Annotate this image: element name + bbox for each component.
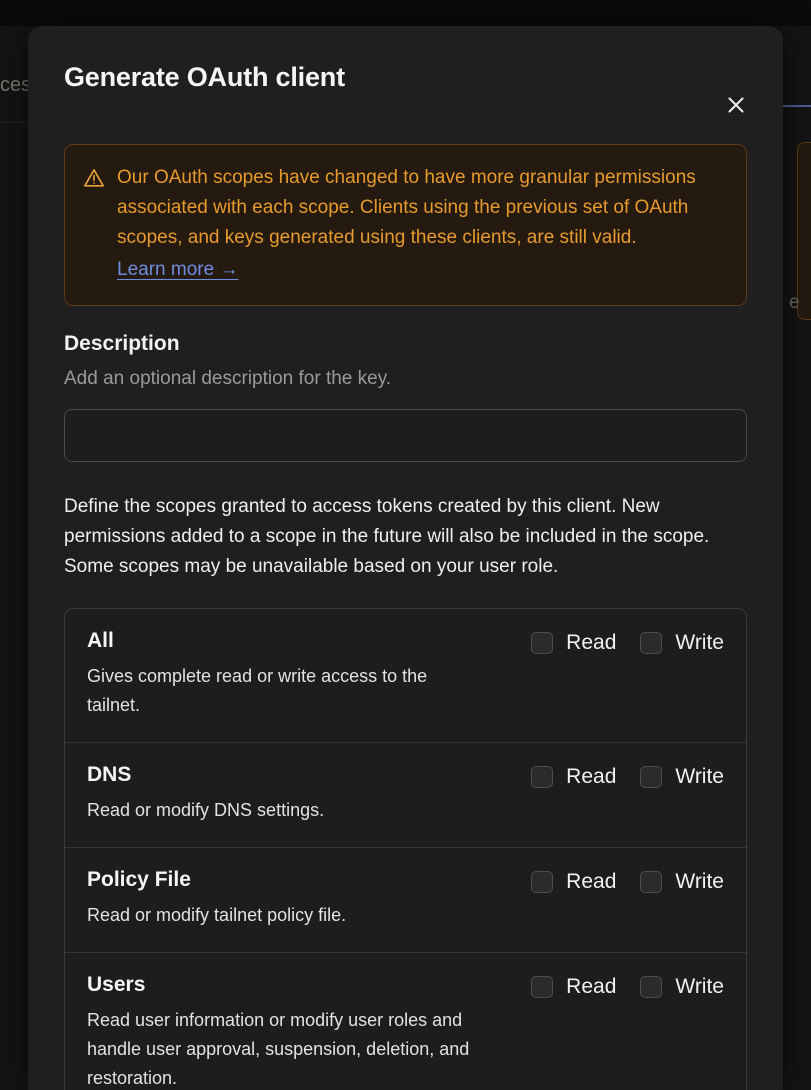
scope-description: Read or modify tailnet policy file. [87,905,347,925]
checkbox-icon[interactable] [640,976,663,998]
scope-info: Policy File Read or modify tailnet polic… [87,868,531,930]
checkbox-icon[interactable] [531,871,554,893]
checkbox-icon[interactable] [640,632,663,654]
scope-write-toggle[interactable]: Write [640,631,724,655]
read-label: Read [566,975,617,998]
background-topbar [0,0,811,26]
scopes-list: All Gives complete read or write access … [64,608,747,1090]
scope-info: All Gives complete read or write access … [87,629,531,720]
table-row: Users Read user information or modify us… [65,953,746,1090]
oauth-scopes-warning-banner: Our OAuth scopes have changed to have mo… [64,144,747,306]
checkbox-icon[interactable] [640,871,663,893]
write-label: Write [675,975,724,998]
table-row: DNS Read or modify DNS settings. Read Wr… [65,743,746,848]
read-label: Read [566,870,617,893]
warning-message: Our OAuth scopes have changed to have mo… [117,167,696,248]
scope-permissions: Read Write [531,973,724,999]
scope-read-toggle[interactable]: Read [531,631,616,655]
checkbox-icon[interactable] [531,766,554,788]
write-label: Write [675,765,724,788]
scope-read-toggle[interactable]: Read [531,765,616,789]
read-label: Read [566,631,617,654]
scope-write-toggle[interactable]: Write [640,975,724,999]
description-label: Description [64,332,180,355]
background-right-text-fragment: e [789,292,800,313]
scope-info: Users Read user information or modify us… [87,973,531,1090]
scope-read-toggle[interactable]: Read [531,975,616,999]
checkbox-icon[interactable] [531,976,554,998]
write-label: Write [675,870,724,893]
scope-read-toggle[interactable]: Read [531,870,616,894]
checkbox-icon[interactable] [531,632,554,654]
scopes-intro-text: Define the scopes granted to access toke… [64,496,710,577]
scope-name: Policy File [87,868,191,891]
write-label: Write [675,631,724,654]
scope-name: All [87,629,114,652]
background-left-nav-fragment: ces [0,74,30,96]
scope-name: Users [87,973,146,996]
description-input[interactable] [64,409,747,462]
scope-write-toggle[interactable]: Write [640,765,724,789]
scope-permissions: Read Write [531,868,724,894]
scope-description: Read or modify DNS settings. [87,800,325,820]
scope-description: Read user information or modify user rol… [87,1010,470,1088]
learn-more-link[interactable]: Learn more → [117,255,238,285]
background-left-divider [0,122,30,123]
table-row: Policy File Read or modify tailnet polic… [65,848,746,953]
description-hint: Add an optional description for the key. [64,368,392,389]
generate-oauth-client-dialog: Generate OAuth client Our OAuth scopes h… [28,26,783,1090]
warning-triangle-icon [83,167,105,285]
read-label: Read [566,765,617,788]
dialog-header: Generate OAuth client [28,26,783,136]
table-row: All Gives complete read or write access … [65,609,746,743]
checkbox-icon[interactable] [640,766,663,788]
scope-info: DNS Read or modify DNS settings. [87,763,531,825]
scope-permissions: Read Write [531,629,724,655]
dialog-body: Our OAuth scopes have changed to have mo… [28,144,783,1090]
scope-write-toggle[interactable]: Write [640,870,724,894]
warning-content: Our OAuth scopes have changed to have mo… [117,163,726,285]
page-title: Generate OAuth client [64,62,345,92]
scope-name: DNS [87,763,132,786]
scope-permissions: Read Write [531,763,724,789]
close-icon[interactable] [719,88,753,122]
scope-description: Gives complete read or write access to t… [87,666,428,715]
